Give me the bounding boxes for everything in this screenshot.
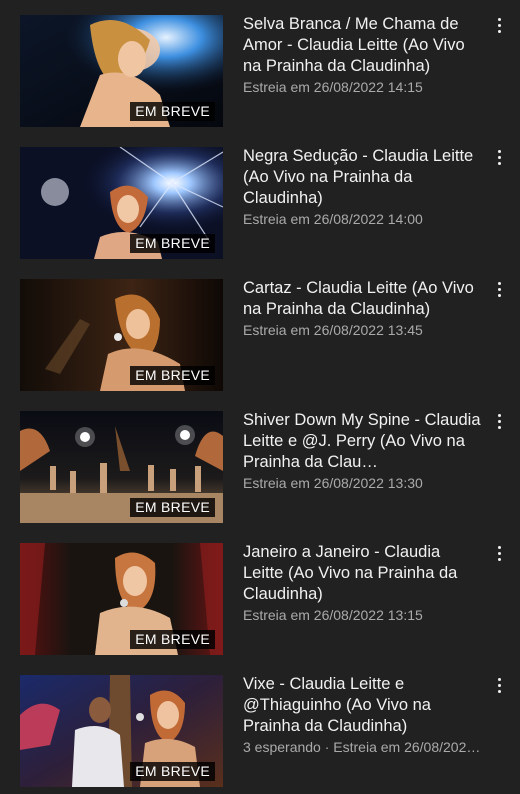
video-title[interactable]: Cartaz - Claudia Leitte (Ao Vivo na Prai… [243,278,485,320]
video-title[interactable]: Vixe - Claudia Leitte e @Thiaguinho (Ao … [243,674,485,737]
more-vert-icon[interactable] [488,14,512,40]
video-item[interactable]: EM BREVE Shiver Down My Spine - Claudia … [0,396,520,528]
video-item[interactable]: EM BREVE Cartaz - Claudia Leitte (Ao Viv… [0,264,520,396]
more-vert-icon[interactable] [488,278,512,304]
upcoming-badge: EM BREVE [130,234,215,253]
video-title[interactable]: Janeiro a Janeiro - Claudia Leitte (Ao V… [243,542,485,605]
video-info[interactable]: Selva Branca / Me Chama de Amor - Claudi… [243,14,485,96]
video-title[interactable]: Shiver Down My Spine - Claudia Leitte e … [243,410,485,473]
video-thumbnail[interactable]: EM BREVE [20,675,223,787]
upcoming-badge: EM BREVE [130,630,215,649]
video-meta: Estreia em 26/08/2022 13:15 [243,607,423,623]
video-info[interactable]: Vixe - Claudia Leitte e @Thiaguinho (Ao … [243,674,485,756]
video-item[interactable]: EM BREVE Vixe - Claudia Leitte e @Thiagu… [0,660,520,792]
video-thumbnail[interactable]: EM BREVE [20,411,223,523]
video-meta: Estreia em 26/08/2022 13:45 [243,322,423,338]
upcoming-badge: EM BREVE [130,102,215,121]
upcoming-badge: EM BREVE [130,762,215,781]
video-meta: Estreia em 26/08/2022 14:00 [243,211,423,227]
video-meta: 3 esperando · Estreia em 26/08/2022… [243,739,485,755]
video-thumbnail[interactable]: EM BREVE [20,147,223,259]
video-list: EM BREVE Selva Branca / Me Chama de Amor… [0,0,520,794]
upcoming-badge: EM BREVE [130,498,215,517]
video-meta: Estreia em 26/08/2022 13:30 [243,475,423,491]
video-thumbnail[interactable]: EM BREVE [20,279,223,391]
video-info[interactable]: Cartaz - Claudia Leitte (Ao Vivo na Prai… [243,278,485,339]
upcoming-badge: EM BREVE [130,366,215,385]
video-info[interactable]: Janeiro a Janeiro - Claudia Leitte (Ao V… [243,542,485,624]
video-thumbnail[interactable]: EM BREVE [20,543,223,655]
video-info[interactable]: Shiver Down My Spine - Claudia Leitte e … [243,410,485,492]
more-vert-icon[interactable] [488,542,512,568]
more-vert-icon[interactable] [488,674,512,700]
video-meta: Estreia em 26/08/2022 14:15 [243,79,423,95]
video-thumbnail[interactable]: EM BREVE [20,15,223,127]
more-vert-icon[interactable] [488,410,512,436]
video-item[interactable]: EM BREVE Negra Sedução - Claudia Leitte … [0,132,520,264]
video-title[interactable]: Negra Sedução - Claudia Leitte (Ao Vivo … [243,146,485,209]
video-item[interactable]: EM BREVE Janeiro a Janeiro - Claudia Lei… [0,528,520,660]
video-item[interactable]: EM BREVE Selva Branca / Me Chama de Amor… [0,0,520,132]
video-info[interactable]: Negra Sedução - Claudia Leitte (Ao Vivo … [243,146,485,228]
more-vert-icon[interactable] [488,146,512,172]
video-title[interactable]: Selva Branca / Me Chama de Amor - Claudi… [243,14,485,77]
